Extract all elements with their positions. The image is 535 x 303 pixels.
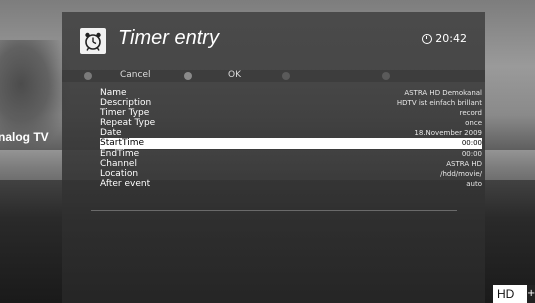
list-item-location[interactable]: Location /hdd/movie/ [100, 169, 482, 179]
row-value: HDTV ist einfach brillant [396, 99, 482, 108]
row-label: Name [100, 88, 127, 98]
cancel-color-key-icon [84, 72, 92, 80]
row-label: Location [100, 168, 139, 179]
page-title: Timer entry [118, 27, 219, 49]
hd-badge: HD [493, 285, 527, 303]
row-value: 18.November 2009 [414, 129, 482, 138]
row-label: EndTime [100, 148, 140, 159]
row-value: 00:00 [461, 139, 482, 148]
panel-header: Timer entry 20:42 [62, 12, 485, 70]
clock-display: 20:42 [422, 32, 467, 45]
list-item-end-time[interactable]: EndTime 00:00 [100, 149, 482, 159]
yellow-key-icon [282, 72, 290, 80]
row-value: /hdd/movie/ [440, 169, 482, 178]
button-bar: Cancel OK [62, 70, 485, 82]
row-label: Timer Type [100, 108, 150, 119]
row-label: Description [100, 98, 152, 109]
hd-plus-badge: + [527, 285, 535, 303]
list-item-description[interactable]: Description HDTV ist einfach brillant [100, 98, 482, 108]
ok-button[interactable]: OK [228, 70, 241, 80]
alarm-clock-icon [80, 28, 106, 54]
row-label: Repeat Type [100, 118, 156, 129]
list-item-date[interactable]: Date 18.November 2009 [100, 128, 482, 138]
list-item-timer-type[interactable]: Timer Type record [100, 108, 482, 118]
row-value: 00:00 [461, 149, 482, 158]
cancel-button[interactable]: Cancel [120, 70, 151, 80]
blue-key-icon [382, 72, 390, 80]
list-item-start-time[interactable]: StartTime 00:00 [100, 138, 482, 149]
list-item-repeat-type[interactable]: Repeat Type once [100, 118, 482, 128]
list-item-name[interactable]: Name ASTRA HD Demokanal [100, 88, 482, 98]
list-item-after-event[interactable]: After event auto [100, 179, 482, 189]
row-label: After event [100, 178, 151, 189]
current-time: 20:42 [435, 32, 467, 45]
row-label: StartTime [100, 138, 145, 149]
row-value: record [459, 109, 482, 118]
timer-entry-panel: Timer entry 20:42 Cancel OK Name ASTRA H… [62, 12, 485, 303]
channel-side-text: nalog TV [0, 130, 49, 144]
list-item-channel[interactable]: Channel ASTRA HD [100, 159, 482, 169]
ok-color-key-icon [184, 72, 192, 80]
list-divider [91, 210, 457, 211]
row-label: Date [100, 128, 122, 139]
row-label: Channel [100, 158, 137, 169]
row-value: once [465, 119, 482, 128]
row-value: ASTRA HD [446, 159, 482, 168]
row-value: ASTRA HD Demokanal [404, 89, 482, 97]
timer-settings-list: Name ASTRA HD Demokanal Description HDTV… [100, 88, 482, 189]
clock-icon [422, 33, 433, 44]
row-value: auto [466, 179, 482, 188]
